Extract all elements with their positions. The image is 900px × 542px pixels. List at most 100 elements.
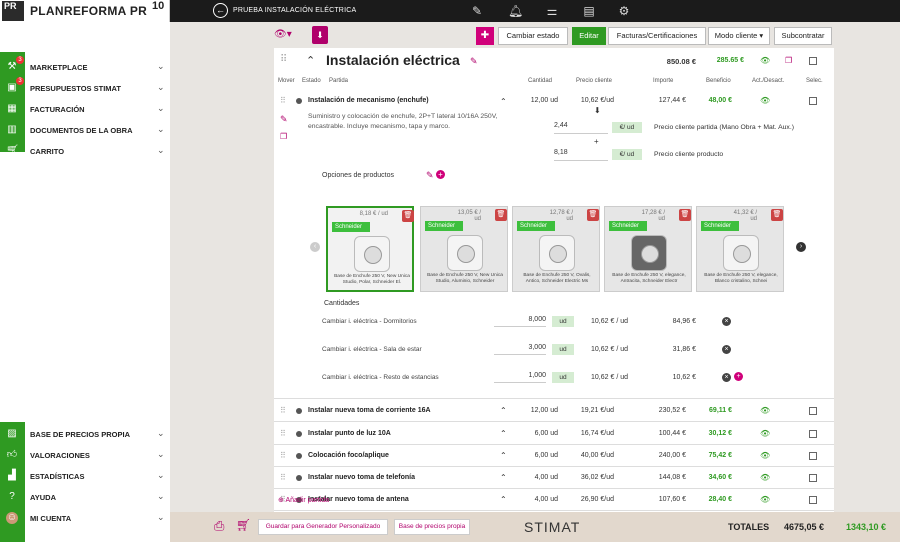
product-option[interactable]: 17,28 € / ud 🗑︎ Schneider Base de Enchufe 2…: [604, 206, 692, 292]
base-precios-button[interactable]: Base de precios propia: [394, 519, 470, 535]
chevron-up-icon[interactable]: ⌃: [500, 429, 507, 438]
trash-icon[interactable]: 🗑︎: [402, 210, 414, 222]
chevron-up-icon[interactable]: ⌃: [500, 451, 507, 460]
sidebar-item-estadisticas[interactable]: ▟ ESTADÍSTICAS ⌄: [0, 467, 170, 485]
chevron-down-icon: ⌄: [157, 103, 165, 113]
eye-icon[interactable]: 👁︎: [760, 495, 770, 504]
gear-icon[interactable]: ⚙: [617, 4, 631, 18]
clipboard-icon[interactable]: ▤: [582, 4, 596, 18]
qty-price: 10,62 € / ud: [591, 374, 628, 381]
product-option[interactable]: 12,78 € / ud 🗑︎ Schneider Base de Enchufe 2…: [512, 206, 600, 292]
sidebar-item-marketplace[interactable]: ⚒ 3 MARKETPLACE ⌄: [0, 56, 170, 76]
drag-handle-icon[interactable]: ⠿: [280, 451, 286, 460]
grand-total: 4675,05 €: [784, 522, 825, 532]
chevron-up-icon[interactable]: ⌃: [500, 473, 507, 482]
product-option[interactable]: 8,18 € / ud 🗑︎ Schneider Base de Enchufe 25…: [326, 206, 414, 292]
cart-icon[interactable]: 🛒︎: [236, 518, 251, 532]
eye-icon[interactable]: 👁︎: [760, 429, 770, 438]
trash-icon[interactable]: 🗑︎: [495, 209, 507, 221]
chevron-down-icon: ⌄: [157, 145, 165, 155]
eye-icon[interactable]: 👁︎: [760, 451, 770, 460]
pencil-icon[interactable]: ✎: [470, 56, 478, 67]
trash-icon[interactable]: 🗑︎: [771, 209, 783, 221]
sidebar-item-mi-cuenta[interactable]: ☺ MI CUENTA ⌄: [0, 509, 170, 527]
drag-handle-icon[interactable]: ⠿: [280, 54, 287, 65]
carousel-next-icon[interactable]: ›: [796, 242, 806, 252]
row-checkbox[interactable]: [809, 496, 817, 504]
eye-icon[interactable]: 👁︎: [760, 96, 770, 105]
copy-icon[interactable]: ❐: [785, 56, 792, 65]
edit-document-icon[interactable]: ✎: [470, 4, 484, 18]
row-checkbox[interactable]: [809, 452, 817, 460]
eye-icon[interactable]: 👁︎: [760, 56, 770, 65]
subcontratar-button[interactable]: Subcontratar: [774, 27, 832, 45]
printer-icon[interactable]: ⎙: [214, 518, 224, 534]
editar-button[interactable]: Editar: [572, 27, 606, 45]
trash-icon[interactable]: 🗑︎: [587, 209, 599, 221]
add-option-icon[interactable]: +: [436, 170, 445, 179]
remove-icon[interactable]: ×: [722, 345, 731, 354]
add-partida-link[interactable]: ⊕ Añadir partida: [278, 496, 329, 504]
sidebar-item-presupuestos[interactable]: ▣ 3 PRESUPUESTOS STIMAT ⌄: [0, 77, 170, 97]
row-checkbox[interactable]: [809, 407, 817, 415]
qty-input[interactable]: 1,000: [494, 372, 546, 383]
drag-handle-icon[interactable]: ⠿: [280, 429, 286, 438]
trash-icon[interactable]: 🗑︎: [679, 209, 691, 221]
partida-description: Suministro y colocación de enchufe, 2P+T…: [308, 113, 498, 130]
add-quantity-icon[interactable]: +: [734, 372, 743, 381]
partida-amount: 230,52 €: [658, 407, 686, 414]
partida-amount: 107,60 €: [658, 496, 686, 503]
row-checkbox[interactable]: [809, 474, 817, 482]
chevron-up-icon[interactable]: ⌃: [306, 54, 315, 67]
download-document-icon[interactable]: ⬇: [312, 26, 328, 44]
carousel-prev-icon[interactable]: ‹: [310, 242, 320, 252]
remove-icon[interactable]: ×: [722, 317, 731, 326]
factor-input[interactable]: 2,44: [554, 122, 608, 134]
qty-label: Cambiar i. eléctrica - Resto de estancia…: [322, 374, 439, 381]
drag-handle-icon[interactable]: ⠿: [280, 406, 286, 415]
qty-input[interactable]: 8,000: [494, 316, 546, 327]
product-option[interactable]: 41,32 € / ud 🗑︎ Schneider Base de Enchufe 2…: [696, 206, 784, 292]
qty-input[interactable]: 3,000: [494, 344, 546, 355]
pencil-icon[interactable]: ✎: [426, 170, 434, 181]
sidebar-item-facturacion[interactable]: ▦ FACTURACIÓN ⌄: [0, 100, 170, 118]
partida-qty: 12,00 ud: [530, 407, 558, 414]
qty-price: 10,62 € / ud: [591, 346, 628, 353]
cambiar-estado-button[interactable]: Cambiar estado: [498, 27, 568, 45]
chevron-up-icon[interactable]: ⌃: [500, 406, 507, 415]
brand-logo: Schneider: [609, 221, 647, 231]
sidebar-item-documentos[interactable]: ▥ DOCUMENTOS DE LA OBRA ⌄: [0, 121, 170, 139]
drag-handle-icon[interactable]: ⠿: [280, 96, 286, 105]
qty-label: Cambiar i. eléctrica - Sala de estar: [322, 346, 422, 353]
bell-icon[interactable]: 🔔︎: [508, 4, 523, 18]
chevron-up-icon[interactable]: ⌃: [500, 97, 507, 106]
sidebar-item-ayuda[interactable]: ? AYUDA ⌄: [0, 488, 170, 506]
product-price-input[interactable]: 8,18: [554, 149, 608, 161]
chevron-up-icon[interactable]: ⌃: [500, 495, 507, 504]
row-checkbox[interactable]: [809, 430, 817, 438]
totales-label: TOTALES: [728, 522, 770, 532]
drag-handle-icon[interactable]: ⠿: [280, 473, 286, 482]
partida-price: 26,90 €/ud: [580, 496, 614, 503]
chevron-down-icon: ⌄: [157, 491, 165, 501]
row-checkbox[interactable]: [809, 97, 817, 105]
sliders-icon[interactable]: ⚌: [545, 4, 559, 18]
eye-icon[interactable]: 👁︎: [760, 406, 770, 415]
back-icon[interactable]: ←: [213, 3, 228, 18]
section-checkbox[interactable]: [809, 57, 817, 65]
sidebar-item-base-precios[interactable]: ▨ BASE DE PRECIOS PROPIA ⌄: [0, 425, 170, 443]
sidebar-item-carrito[interactable]: 🛒︎ CARRITO ⌄: [0, 142, 170, 160]
sidebar-item-valoraciones[interactable]: 👍︎ VALORACIONES ⌄: [0, 446, 170, 464]
modo-cliente-dropdown[interactable]: Modo cliente ▾: [708, 27, 770, 45]
eye-dropdown-icon[interactable]: 👁︎▾: [274, 29, 292, 40]
product-option[interactable]: 13,05 € / ud 🗑︎ Schneider Base de Enchufe 2…: [420, 206, 508, 292]
remove-icon[interactable]: ×: [722, 373, 731, 382]
avatar: ☺: [6, 512, 18, 524]
add-item-icon[interactable]: ✚: [476, 27, 494, 45]
guardar-button[interactable]: Guardar para Generador Personalizado: [258, 519, 388, 535]
facturas-button[interactable]: Facturas/Certificaciones: [608, 27, 706, 45]
pencil-icon[interactable]: ✎: [280, 114, 288, 125]
copy-icon[interactable]: ❐: [280, 132, 287, 141]
eye-icon[interactable]: 👁︎: [760, 473, 770, 482]
sidebar-label: MI CUENTA: [30, 514, 72, 523]
